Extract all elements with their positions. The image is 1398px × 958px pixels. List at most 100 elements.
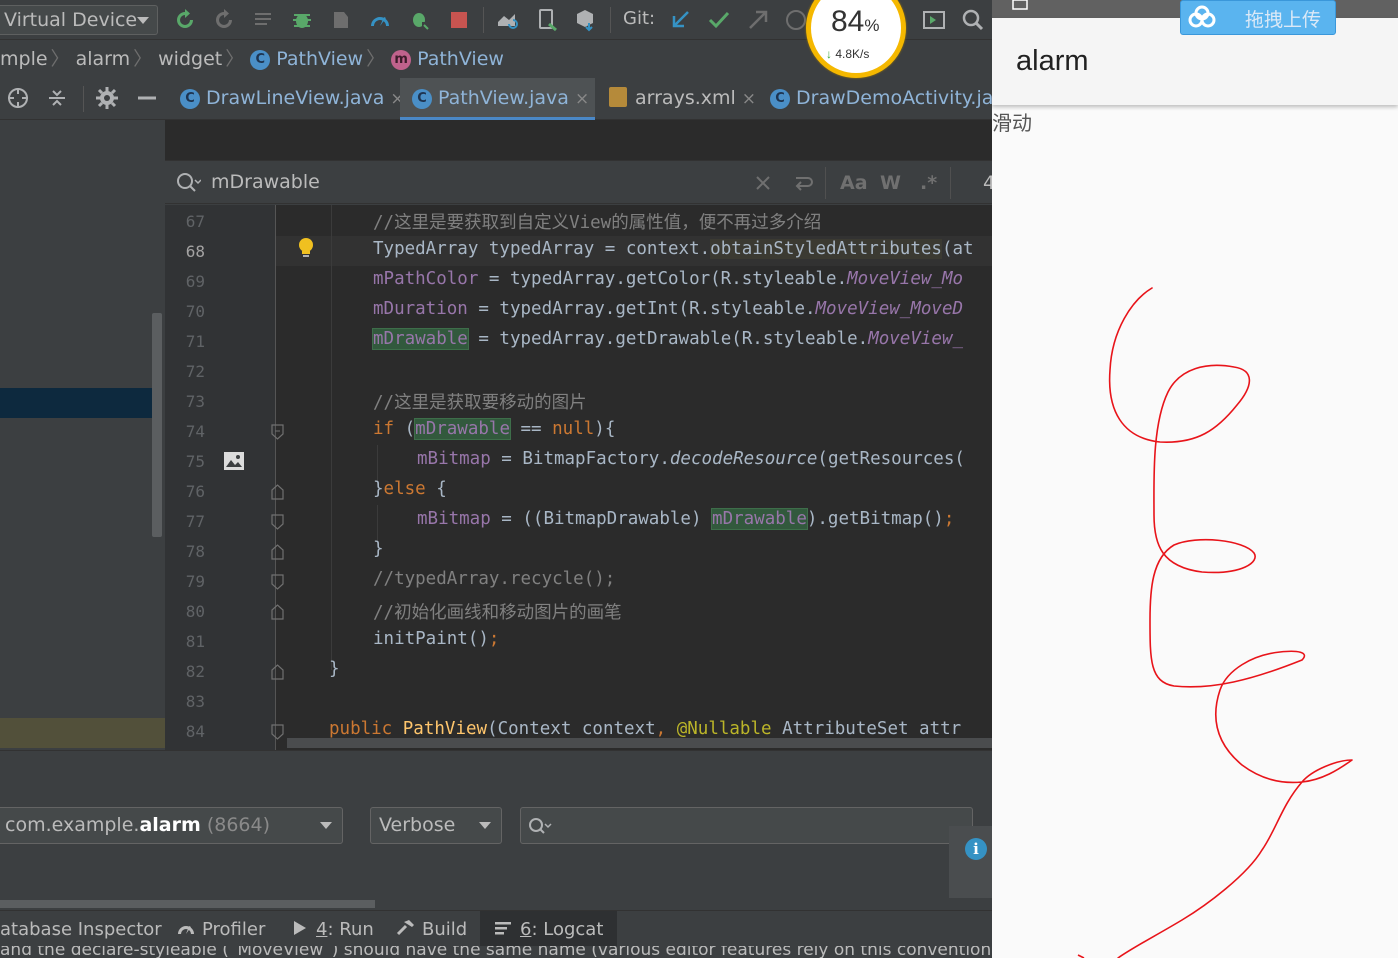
code-line-80: //初始化画线和移动图片的画笔 <box>373 599 622 624</box>
image-icon[interactable] <box>223 451 245 471</box>
logcat-scrollbar[interactable] <box>0 900 375 908</box>
code-token: mBitmap <box>417 449 491 469</box>
line-number: 68 <box>185 242 205 261</box>
emulator-screen[interactable]: alarm 滑动 拖拽上传 <box>992 0 1398 958</box>
comment: //这里是获取要移动的图片 <box>373 393 587 413</box>
fold-icon[interactable] <box>271 514 284 530</box>
device-manager-icon[interactable] <box>535 8 559 32</box>
line-number: 72 <box>185 362 205 381</box>
close-icon[interactable]: × <box>575 89 589 109</box>
logcat-side-strip <box>949 826 992 898</box>
history-icon[interactable] <box>784 8 808 32</box>
fold-icon[interactable] <box>271 604 284 620</box>
breadcrumb-item[interactable]: mple <box>0 40 48 78</box>
drawn-path-canvas[interactable] <box>992 0 1398 958</box>
breadcrumb-method[interactable]: m PathView <box>391 40 504 78</box>
tab-drawdemoactivity[interactable]: C DrawDemoActivity.java <box>758 78 992 120</box>
editor-tabs: C DrawLineView.java × C PathView.java × arra… <box>0 78 992 120</box>
apply-code-changes-icon[interactable] <box>252 8 276 32</box>
minimize-icon[interactable] <box>135 86 159 110</box>
code-line-73: //这里是获取要移动的图片 <box>373 389 587 414</box>
fold-icon[interactable] <box>271 484 284 500</box>
project-scrollbar[interactable] <box>152 313 162 537</box>
fold-icon[interactable] <box>271 574 284 590</box>
match-case-toggle[interactable]: Aa <box>840 172 868 194</box>
git-update-icon[interactable] <box>668 8 692 32</box>
tab-arrays-xml[interactable]: arrays.xml × <box>597 78 757 120</box>
code-line-84: public PathView(Context context, @Nullab… <box>329 719 961 739</box>
stop-icon[interactable] <box>447 8 471 32</box>
project-tool-buttons <box>0 78 165 120</box>
fold-icon[interactable] <box>271 724 284 740</box>
tool-label: atabase Inspector <box>0 919 162 940</box>
toolbar-separator <box>83 86 84 112</box>
breadcrumb-item[interactable]: widget <box>158 40 222 78</box>
run-anything-icon[interactable] <box>922 8 946 32</box>
fold-icon[interactable] <box>271 544 284 560</box>
find-input[interactable]: mDrawable <box>211 171 320 193</box>
indent-guide <box>331 205 332 670</box>
attach-debugger-icon[interactable] <box>329 8 353 32</box>
device-selector[interactable]: Virtual Device <box>0 5 158 35</box>
whole-words-toggle[interactable]: W <box>880 172 901 194</box>
code-line-70: mDuration = typedArray.getInt(R.styleabl… <box>373 299 963 319</box>
project-panel[interactable] <box>0 120 165 750</box>
breadcrumb-item[interactable]: alarm <box>76 40 131 78</box>
code-line-67: //这里是要获取到自定义View的属性值，便不再过多介绍 <box>373 209 821 234</box>
line-number: 83 <box>185 692 205 711</box>
search-icon[interactable] <box>175 171 201 195</box>
tool-logcat[interactable]: 6: Logcat <box>480 911 618 947</box>
new-line-icon[interactable] <box>792 172 814 194</box>
gear-icon[interactable] <box>95 86 119 110</box>
tool-run[interactable]: 4: Run <box>292 911 374 947</box>
speed-percent-value: 84 <box>831 5 865 38</box>
code-token: obtainStyledAttributes <box>710 239 942 259</box>
line-number: 69 <box>185 272 205 291</box>
editor-horizontal-scrollbar[interactable] <box>287 738 992 748</box>
breadcrumb-separator: 〉 <box>50 48 70 70</box>
regex-toggle[interactable]: .* <box>920 172 937 194</box>
breadcrumb-separator: 〉 <box>225 48 245 70</box>
status-message: and the declare-styleable (`MoveView`) s… <box>0 946 992 958</box>
chevron-down-icon <box>320 822 332 829</box>
profile-icon[interactable] <box>368 8 392 32</box>
process-selector[interactable]: com.example.alarm (8664) <box>0 807 343 844</box>
search-match: mDrawable <box>711 508 808 530</box>
close-icon[interactable]: × <box>742 89 756 109</box>
fold-icon[interactable] <box>271 424 284 440</box>
tool-build[interactable]: Build <box>396 911 467 947</box>
tool-database-inspector[interactable]: atabase Inspector <box>0 911 162 947</box>
sync-gradle-icon[interactable] <box>495 8 519 32</box>
tab-drawlineview[interactable]: C DrawLineView.java × <box>168 78 405 120</box>
fold-icon[interactable] <box>271 664 284 680</box>
line-number: 84 <box>185 722 205 741</box>
breadcrumb-class[interactable]: C PathView <box>250 40 363 78</box>
search-everywhere-icon[interactable] <box>961 8 985 32</box>
info-icon[interactable]: i <box>965 838 987 860</box>
logcat-search-input[interactable] <box>520 807 973 844</box>
log-level-selector[interactable]: Verbose <box>370 807 502 844</box>
clear-icon[interactable] <box>755 175 771 191</box>
git-commit-icon[interactable] <box>707 8 731 32</box>
attach-process-icon[interactable] <box>408 8 432 32</box>
lightbulb-icon[interactable] <box>296 236 316 260</box>
project-selected-row[interactable] <box>0 388 152 418</box>
code-token: if <box>373 419 395 439</box>
code-token: (Context context <box>487 719 656 739</box>
locate-icon[interactable] <box>6 86 30 110</box>
code-token: initPaint() <box>373 629 489 649</box>
apply-changes-icon[interactable] <box>212 8 236 32</box>
git-label: Git: <box>623 8 656 29</box>
speed-rate-value: 4.8K/s <box>835 47 870 61</box>
sdk-manager-icon[interactable] <box>573 8 597 32</box>
code-line-79: //typedArray.recycle(); <box>373 569 615 589</box>
code-token: mDuration <box>373 299 468 319</box>
code-line-76: }else { <box>373 479 447 499</box>
tool-profiler[interactable]: Profiler <box>176 911 265 947</box>
git-push-icon[interactable] <box>746 8 770 32</box>
tab-pathview[interactable]: C PathView.java × <box>400 78 595 120</box>
rerun-icon[interactable] <box>173 8 197 32</box>
collapse-all-icon[interactable] <box>45 86 69 110</box>
search-icon <box>529 818 552 834</box>
debug-icon[interactable] <box>290 8 314 32</box>
